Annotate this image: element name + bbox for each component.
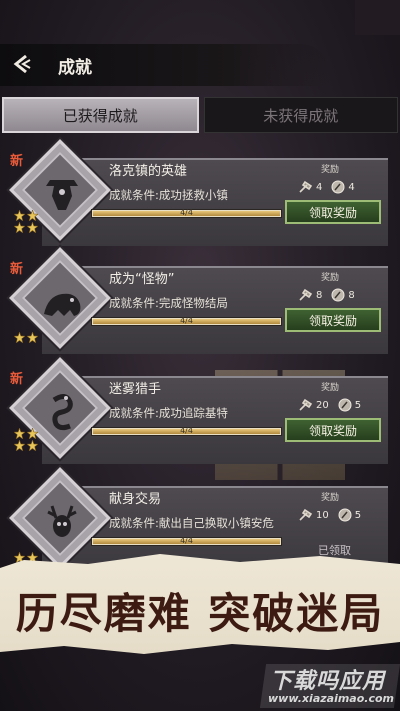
rewards: 8 8 <box>298 288 355 302</box>
achievement-condition: 成就条件:成功拯救小镇 <box>109 188 228 202</box>
tab-bar: 已获得成就 未获得成就 <box>2 97 398 133</box>
reward2-count: 5 <box>354 509 362 521</box>
gear-coin-icon <box>331 288 345 302</box>
achievement-card: 新 迷雾猎手 成就条件:成功追踪基特 奖励 20 5 4/4 领取奖励 <box>0 357 400 476</box>
gear-coin-icon <box>331 180 345 194</box>
star-rating <box>14 210 38 233</box>
new-badge: 新 <box>10 262 24 277</box>
star-rating <box>14 428 38 451</box>
achievement-card: 新 成为“怪物” 成就条件:完成怪物结局 奖励 8 8 4/4 领取奖励 <box>0 247 400 366</box>
reward1-count: 20 <box>316 399 329 411</box>
progress-text: 4/4 <box>180 536 193 545</box>
claimed-label: 已领取 <box>318 544 351 557</box>
reward2-count: 4 <box>348 181 355 193</box>
claim-reward-button[interactable]: 领取奖励 <box>285 418 381 442</box>
achievement-condition: 成就条件:完成怪物结局 <box>109 296 228 310</box>
achievement-condition: 成就条件:成功追踪基特 <box>109 406 228 420</box>
hooded-figure-icon <box>46 180 78 210</box>
tab-not-obtained[interactable]: 未获得成就 <box>203 97 398 133</box>
hammer-icon <box>299 508 313 521</box>
watermark-brand: 下载吗应用 <box>270 669 386 694</box>
back-arrow-icon <box>13 54 31 74</box>
new-badge: 新 <box>10 154 24 169</box>
progress-bar: 4/4 <box>91 426 282 436</box>
tab-obtained[interactable]: 已获得成就 <box>2 97 199 133</box>
reward-label: 奖励 <box>321 165 340 175</box>
background-corner <box>355 0 400 35</box>
reward-label: 奖励 <box>321 383 340 393</box>
gear-coin-icon <box>338 398 352 412</box>
promo-banner-text: 历尽磨难 突破迷局 <box>15 589 385 638</box>
hammer-icon <box>299 180 313 193</box>
progress-bar: 4/4 <box>91 208 282 218</box>
achievement-title: 献身交易 <box>109 492 162 507</box>
serpent-icon <box>52 394 73 431</box>
header: 成就 <box>0 42 400 86</box>
gear-coin-icon <box>338 508 352 522</box>
hammer-icon <box>299 288 313 301</box>
new-badge: 新 <box>10 372 24 387</box>
claim-reward-button[interactable]: 领取奖励 <box>285 308 381 332</box>
reward-label: 奖励 <box>321 273 340 283</box>
achievement-title: 迷雾猎手 <box>109 382 162 397</box>
achievement-condition: 成就条件:献出自己换取小镇安危 <box>109 516 274 530</box>
reward1-count: 10 <box>316 509 329 521</box>
watermark-url: www.xiazaimao.com <box>268 692 395 705</box>
achievement-title: 洛克镇的英雄 <box>109 164 188 179</box>
monster-icon <box>44 293 81 316</box>
progress-text: 4/4 <box>180 426 193 435</box>
antlered-skull-icon <box>47 505 77 537</box>
reward2-count: 8 <box>348 289 355 301</box>
progress-text: 4/4 <box>180 208 193 217</box>
progress-text: 4/4 <box>180 316 193 325</box>
progress-bar: 4/4 <box>91 316 282 326</box>
rewards: 4 4 <box>298 180 355 194</box>
claim-reward-button[interactable]: 领取奖励 <box>285 200 381 224</box>
header-background <box>0 44 330 86</box>
reward1-count: 4 <box>316 181 323 193</box>
page-title: 成就 <box>58 58 92 78</box>
star-rating <box>14 332 38 343</box>
achievement-title: 成为“怪物” <box>109 272 175 287</box>
reward1-count: 8 <box>316 289 323 301</box>
rewards: 20 5 <box>298 398 361 412</box>
reward-label: 奖励 <box>321 493 340 503</box>
rewards: 10 5 <box>298 508 361 522</box>
back-button[interactable] <box>8 50 36 78</box>
reward2-count: 5 <box>354 399 362 411</box>
achievement-card: 新 洛克镇的英雄 成就条件:成功拯救小镇 奖励 4 4 4/4 领取奖励 <box>0 139 400 258</box>
progress-bar: 4/4 <box>91 536 282 546</box>
hammer-icon <box>299 398 313 411</box>
